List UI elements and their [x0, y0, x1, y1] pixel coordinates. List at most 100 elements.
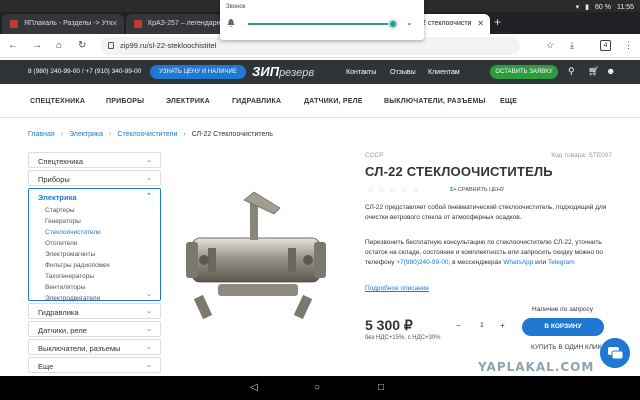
phone-link[interactable]: +7(980)240-99-00 [396, 259, 448, 266]
tab-count-button[interactable]: 4 [600, 40, 611, 51]
sidebar-item-eshche[interactable]: Еще ⌄ [28, 357, 161, 373]
cat-vykluchateli[interactable]: ВЫКЛЮЧАТЕЛИ, РАЗЪЕМЫ [384, 98, 486, 105]
user-icon[interactable]: ☻ [606, 66, 615, 76]
rating-stars[interactable]: ☆☆☆☆☆ [367, 185, 423, 194]
close-tab-icon[interactable]: ✕ [477, 19, 484, 28]
logo-sub: резерв [279, 67, 315, 79]
minus-icon[interactable]: − [456, 321, 461, 330]
order-button[interactable]: ОСТАВИТЬ ЗАЯВКУ [490, 65, 558, 79]
quantity-value[interactable]: 1 [480, 322, 484, 329]
wifi-icon: ▾ [575, 4, 580, 11]
close-tab-icon[interactable]: ✕ [111, 19, 118, 28]
sidebar-sub-electromagnets[interactable]: Электромагниты [29, 249, 160, 260]
battery-percent: 60 % [595, 3, 611, 11]
detailed-description-link[interactable]: Подробное описание [365, 285, 429, 292]
product-sku: Код товара: STE007 [551, 152, 612, 159]
sidebar-sub-tachogenerators[interactable]: Тахогенераторы [29, 271, 160, 282]
chevron-down-icon: ⌄ [146, 362, 152, 369]
compare-price-link[interactable]: Σ+ СРАВНИТЬ ЦЕНУ [450, 187, 504, 193]
nav-clients[interactable]: Клиентам [428, 69, 460, 76]
sidebar-sub-generators[interactable]: Генераторы [29, 216, 160, 227]
logo-main: ЗИП [252, 64, 280, 79]
crumb-wipers[interactable]: Стеклоочистители [117, 131, 177, 138]
nav-reviews[interactable]: Отзывы [390, 69, 416, 76]
product-description: СЛ-22 представляет собой пневматический … [365, 204, 607, 221]
chevron-down-icon: ⌄ [146, 175, 152, 182]
chat-icon[interactable] [600, 338, 630, 368]
sidebar-sub-heaters[interactable]: Отопители [29, 238, 160, 249]
sidebar-item-spectech[interactable]: Спецтехника ⌄ [28, 152, 161, 168]
chevron-down-icon: ⌄ [146, 344, 152, 351]
tab-kraz[interactable]: КрАЗ-257 – легендарн [126, 14, 222, 34]
site-top-bar: 8 (980) 240-99-00 / +7 (910) 340-99-00 У… [0, 60, 640, 84]
cat-elektrika[interactable]: ЭЛЕКТРИКА [166, 98, 210, 105]
sidebar-sub-starters[interactable]: Стартеры [29, 205, 160, 216]
tab-yaplakal[interactable]: ЯПлакаль - Разделы -> Утк ✕ [2, 14, 124, 34]
sidebar-item-label: Датчики, реле [38, 326, 87, 335]
volume-label: Звонок [226, 4, 246, 10]
cat-datchiki[interactable]: ДАТЧИКИ, РЕЛЕ [304, 98, 363, 105]
sidebar-item-gidravlika[interactable]: Гидравлика ⌄ [28, 303, 161, 319]
chevron-down-icon: ⌄ [146, 326, 152, 333]
phone-numbers[interactable]: 8 (980) 240-99-00 / +7 (910) 340-99-00 [28, 68, 141, 75]
sidebar-item-pribory[interactable]: Приборы ⌄ [28, 170, 161, 186]
forward-icon[interactable]: → [32, 40, 42, 51]
new-tab-icon[interactable]: + [494, 15, 501, 29]
consultation-text: Перезвонить бесплатную консультацию по с… [365, 238, 615, 268]
product-brand[interactable]: СССР [365, 152, 383, 159]
sidebar-item-label: Гидравлика [38, 308, 79, 317]
recents-nav-icon[interactable]: □ [378, 382, 384, 393]
home-icon[interactable]: ⌂ [56, 40, 62, 51]
nav-contacts[interactable]: Контакты [346, 69, 376, 76]
buy-one-click-link[interactable]: КУПИТЬ В ОДИН КЛИК [531, 344, 602, 351]
star-icon[interactable]: ☆ [546, 40, 554, 51]
watermark: YAPLAKAL.COM [478, 360, 595, 374]
crumb-elektrika[interactable]: Электрика [69, 131, 103, 138]
volume-slider-track[interactable] [248, 23, 394, 25]
sidebar-item-elektrika: Электрика ⌃ Стартеры Генераторы Стеклоочи… [28, 188, 161, 302]
category-sidebar: Спецтехника ⌄ Приборы ⌄ Электрика ⌃ Стартер… [28, 152, 161, 375]
sidebar-item-vykluchateli[interactable]: Выключатели, разъемы ⌄ [28, 339, 161, 355]
cart-icon[interactable]: 🛒︎ [588, 66, 599, 77]
category-nav: СПЕЦТЕХНИКА ПРИБОРЫ ЭЛЕКТРИКА ГИДРАВЛИКА… [0, 86, 640, 118]
crumb-home[interactable]: Главная [28, 131, 55, 138]
reload-icon[interactable]: ↻ [78, 40, 86, 51]
whatsapp-link[interactable]: WhatsApp [503, 259, 533, 266]
home-nav-icon[interactable]: ○ [314, 382, 320, 393]
tab-active[interactable]: 2 стеклоочисти ✕ [416, 14, 490, 34]
bell-icon [227, 19, 235, 28]
chevron-down-icon: ⌄ [146, 157, 152, 164]
sidebar-item-datchiki[interactable]: Датчики, реле ⌄ [28, 321, 161, 337]
consult-text-2: , в мессенджерах [448, 259, 502, 266]
sidebar-sub-fans[interactable]: Вентиляторы [29, 282, 160, 293]
sidebar-group-header[interactable]: Электрика ⌃ [29, 189, 160, 205]
breadcrumb: Главная › Электрика › Стеклоочистители › СЛ-22… [28, 131, 273, 138]
cat-spectech[interactable]: СПЕЦТЕХНИКА [30, 98, 85, 105]
battery-icon: ▮ [585, 4, 590, 11]
cat-eshche[interactable]: ЕЩЕ [500, 98, 517, 105]
vat-note: без НДС+15%, с НДС+30% [365, 335, 441, 341]
sidebar-sub-filters[interactable]: Фильтры радиопомех [29, 260, 160, 271]
site-logo[interactable]: ЗИПрезерв [252, 64, 314, 79]
cat-gidravlika[interactable]: ГИДРАВЛИКА [232, 98, 281, 105]
product-image[interactable] [178, 152, 348, 364]
chevron-down-icon[interactable]: ⌄ [146, 290, 152, 298]
cat-pribory[interactable]: ПРИБОРЫ [106, 98, 144, 105]
sidebar-item-label: Выключатели, разъемы [38, 344, 121, 353]
price-availability-button[interactable]: УЗНАТЬ ЦЕНУ И НАЛИЧИЕ [150, 65, 246, 79]
menu-icon[interactable]: ⋮ [624, 40, 633, 51]
add-to-cart-button[interactable]: В КОРЗИНУ [522, 318, 604, 336]
favicon-icon [134, 20, 142, 28]
chevron-down-icon[interactable]: ⌄ [406, 18, 413, 27]
back-icon[interactable]: ← [8, 40, 18, 51]
download-icon[interactable]: ⤓ [570, 40, 574, 51]
back-nav-icon[interactable]: ◁ [250, 382, 258, 393]
page-title: СЛ-22 СТЕКЛООЧИСТИТЕЛЬ [365, 164, 553, 179]
volume-slider-thumb[interactable] [388, 19, 398, 29]
sidebar-sub-wipers[interactable]: Стеклоочистители [29, 227, 160, 238]
telegram-link[interactable]: Telegram [548, 259, 575, 266]
search-icon[interactable]: ⚲ [568, 66, 575, 77]
chevron-up-icon: ⌃ [146, 193, 152, 200]
or-text: или [535, 259, 547, 266]
plus-icon[interactable]: + [500, 321, 505, 330]
